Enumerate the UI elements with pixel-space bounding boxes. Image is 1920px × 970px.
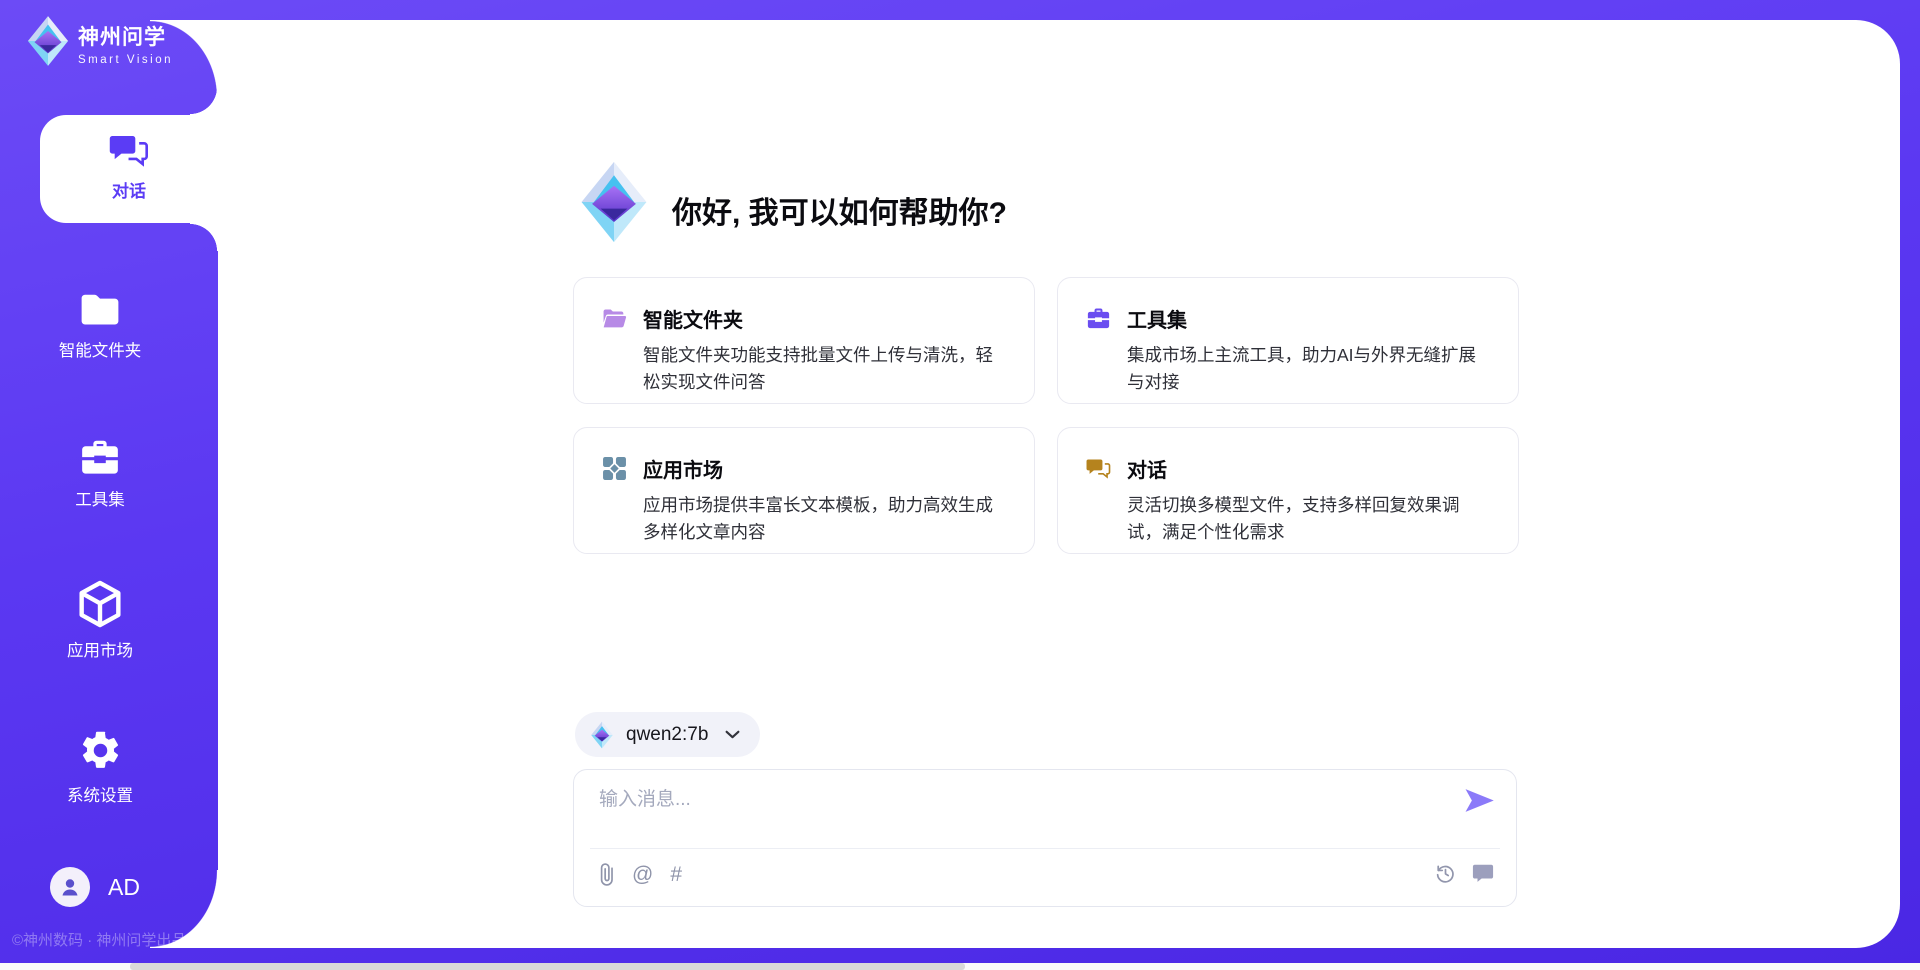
message-composer: @ # xyxy=(573,769,1517,907)
brand-text: 神州问学 Smart Vision xyxy=(78,21,173,66)
message-input[interactable] xyxy=(599,784,1439,842)
sidebar-item-toolset[interactable]: 工具集 xyxy=(30,438,170,510)
sidebar-item-smart-folder[interactable]: 智能文件夹 xyxy=(30,293,170,361)
page-title: 你好, 我可以如何帮助你? xyxy=(672,188,1007,232)
card-title: 应用市场 xyxy=(643,454,723,483)
send-icon[interactable] xyxy=(1463,787,1496,814)
sidebar-item-label: 智能文件夹 xyxy=(30,337,170,361)
app-logo-icon xyxy=(575,160,653,249)
card-chat[interactable]: 对话 灵活切换多模型文件，支持多样回复效果调试，满足个性化需求 xyxy=(1057,427,1519,554)
copyright: ©神州数码 · 神州问学出品 xyxy=(12,929,186,950)
gear-icon xyxy=(30,728,170,773)
card-app-market[interactable]: 应用市场 应用市场提供丰富长文本模板，助力高效生成多样化文章内容 xyxy=(573,427,1035,554)
folder-open-icon xyxy=(602,308,627,329)
model-name: qwen2:7b xyxy=(626,724,708,746)
horizontal-scrollbar-thumb[interactable] xyxy=(130,963,965,970)
card-description: 应用市场提供丰富长文本模板，助力高效生成多样化文章内容 xyxy=(643,492,1004,546)
brand-title: 神州问学 xyxy=(78,21,173,51)
sidebar-item-label: 工具集 xyxy=(30,486,170,510)
cube-icon xyxy=(30,580,170,628)
sidebar-item-label: 对话 xyxy=(40,177,218,202)
model-logo-icon xyxy=(589,721,615,749)
brand-subtitle: Smart Vision xyxy=(78,54,173,66)
card-description: 智能文件夹功能支持批量文件上传与清洗，轻松实现文件问答 xyxy=(643,342,1004,396)
user-icon xyxy=(58,875,82,899)
chat-icon xyxy=(40,132,218,169)
card-title: 智能文件夹 xyxy=(643,304,743,333)
at-icon[interactable]: @ xyxy=(632,864,653,885)
sidebar-item-chat[interactable]: 对话 xyxy=(40,115,218,223)
chat-bubble-icon[interactable] xyxy=(1472,863,1494,884)
card-description: 集成市场上主流工具，助力AI与外界无缝扩展与对接 xyxy=(1127,342,1488,396)
composer-divider xyxy=(590,848,1500,849)
hash-icon[interactable]: # xyxy=(670,864,682,885)
history-icon[interactable] xyxy=(1434,862,1457,885)
sidebar-item-label: 应用市场 xyxy=(30,637,170,661)
model-selector[interactable]: qwen2:7b xyxy=(575,712,760,757)
brand-logo-icon xyxy=(24,15,72,72)
sidebar-item-app-market[interactable]: 应用市场 xyxy=(30,580,170,661)
paperclip-icon[interactable] xyxy=(598,862,615,887)
app-grid-icon xyxy=(602,456,627,481)
card-toolset[interactable]: 工具集 集成市场上主流工具，助力AI与外界无缝扩展与对接 xyxy=(1057,277,1519,404)
card-smart-folder[interactable]: 智能文件夹 智能文件夹功能支持批量文件上传与清洗，轻松实现文件问答 xyxy=(573,277,1035,404)
sidebar-item-settings[interactable]: 系统设置 xyxy=(30,728,170,806)
chat-icon xyxy=(1086,457,1111,480)
tab-fillet-top xyxy=(190,87,218,115)
user-name: AD xyxy=(108,874,140,901)
chevron-down-icon xyxy=(725,730,740,739)
user-row[interactable]: AD xyxy=(50,867,140,907)
toolbox-icon xyxy=(30,438,170,477)
toolbox-icon xyxy=(1086,307,1111,330)
card-description: 灵活切换多模型文件，支持多样回复效果调试，满足个性化需求 xyxy=(1127,492,1488,546)
card-title: 工具集 xyxy=(1127,304,1187,333)
sidebar-item-label: 系统设置 xyxy=(30,782,170,806)
tab-fillet-bottom xyxy=(190,223,218,251)
card-title: 对话 xyxy=(1127,454,1167,483)
folder-icon xyxy=(30,293,170,328)
avatar xyxy=(50,867,90,907)
